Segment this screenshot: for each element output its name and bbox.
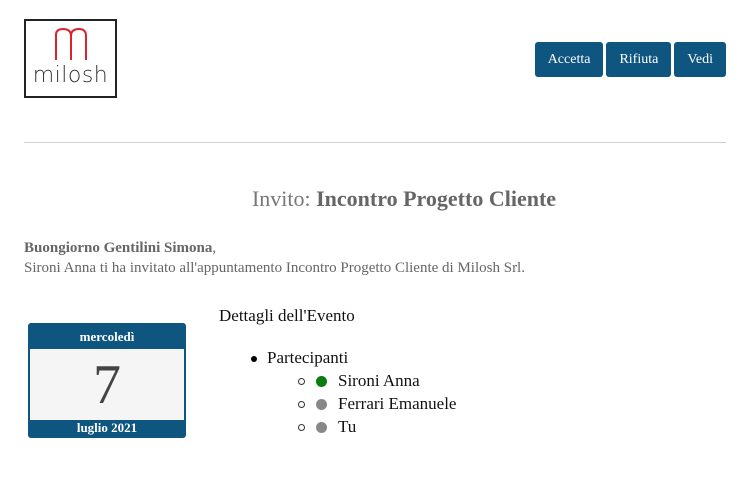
- invite-subject: Incontro Progetto Cliente: [316, 186, 557, 211]
- participant-name: Tu: [338, 417, 357, 436]
- calendar-month-year: luglio 2021: [76, 420, 138, 435]
- participant-name: Ferrari Emanuele: [338, 394, 457, 413]
- status-dot-icon: [316, 422, 327, 433]
- event-date-calendar: mercoledì 7 luglio 2021: [28, 323, 186, 438]
- greeting: Buongiorno Gentilini Simona, Sironi Anna…: [24, 238, 525, 278]
- invite-actions: Accetta Rifiuta Vedi: [534, 42, 726, 77]
- logo-text: milosh: [32, 63, 109, 88]
- invite-title: Invito: Incontro Progetto Cliente: [0, 186, 745, 212]
- participant-name: Sironi Anna: [338, 371, 420, 390]
- list-bullet: [251, 356, 257, 362]
- invite-prefix: Invito:: [251, 186, 311, 211]
- greeting-punct: ,: [212, 240, 217, 256]
- decline-button[interactable]: Rifiuta: [606, 42, 672, 77]
- list-ring: [298, 424, 305, 431]
- header-divider: [24, 142, 726, 143]
- milosh-logo: milosh: [24, 19, 117, 98]
- status-dot-icon: [316, 399, 327, 410]
- view-button[interactable]: Vedi: [674, 42, 726, 77]
- event-details: Dettagli dell'Evento Partecipanti Sironi…: [219, 306, 456, 436]
- details-title: Dettagli dell'Evento: [219, 306, 355, 325]
- status-dot-icon: [316, 376, 327, 387]
- calendar-weekday: mercoledì: [79, 329, 135, 344]
- list-ring: [298, 378, 305, 385]
- accept-button[interactable]: Accetta: [534, 42, 604, 77]
- calendar-body: 7: [30, 349, 184, 420]
- greeting-message: Sironi Anna ti ha invitato all'appuntame…: [24, 260, 525, 276]
- calendar-day: 7: [93, 353, 121, 416]
- greeting-salutation: Buongiorno Gentilini Simona: [24, 240, 213, 256]
- logo-m-icon: [55, 27, 87, 60]
- list-ring: [298, 401, 305, 408]
- participants-label: Partecipanti: [267, 348, 349, 367]
